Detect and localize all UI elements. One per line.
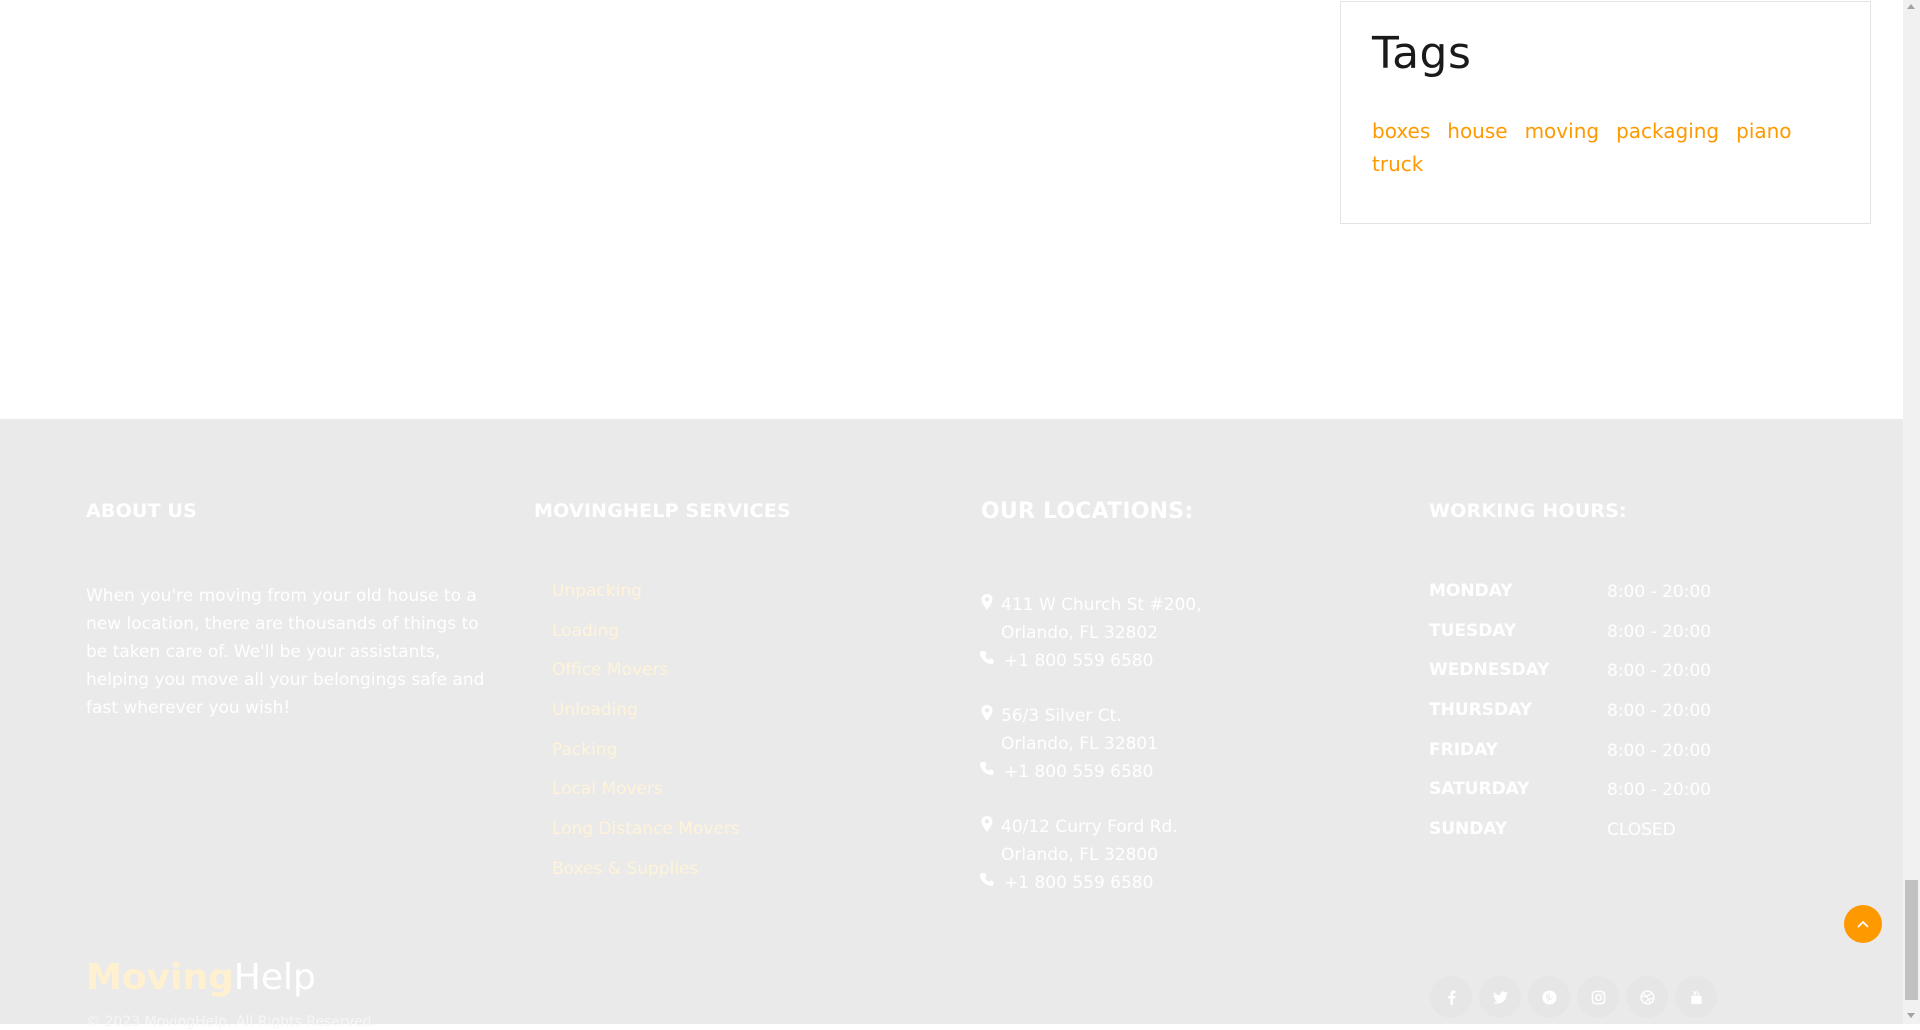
tags-title: Tags	[1372, 28, 1472, 79]
location-phone: +1 800 559 6580	[980, 647, 1280, 675]
time-value: CLOSED	[1607, 820, 1676, 841]
scrollbar-thumb[interactable]	[1905, 880, 1918, 1000]
tag-link[interactable]: boxes	[1372, 119, 1430, 144]
location-item: 40/12 Curry Ford Rd. Orlando, FL 32800 +…	[980, 813, 1280, 897]
instagram-button[interactable]	[1577, 976, 1619, 1018]
dribbble-icon	[1639, 989, 1655, 1005]
address-line-2: Orlando, FL 32801	[1001, 734, 1159, 754]
service-link[interactable]: Long Distance Movers	[552, 819, 740, 839]
locations-title: OUR LOCATIONS:	[981, 499, 1194, 524]
map-pin-icon	[981, 816, 993, 832]
pinterest-button[interactable]	[1528, 976, 1570, 1018]
list-item: Local Movers	[552, 779, 740, 819]
facebook-button[interactable]	[1430, 976, 1472, 1018]
day-label: FRIDAY	[1429, 739, 1498, 760]
list-item: Packing	[552, 740, 740, 780]
address-line-1: 40/12 Curry Ford Rd.	[1001, 817, 1178, 837]
location-address: 56/3 Silver Ct. Orlando, FL 32801	[980, 702, 1280, 758]
address-line-1: 411 W Church St #200,	[1001, 595, 1202, 615]
service-link[interactable]: Unpacking	[552, 581, 642, 601]
tag-link[interactable]: piano	[1736, 119, 1791, 144]
list-item: Office Movers	[552, 660, 740, 700]
pinterest-icon	[1541, 989, 1557, 1005]
time-value: 8:00 - 20:00	[1607, 701, 1712, 722]
day-label: MONDAY	[1429, 581, 1513, 601]
footer-logo[interactable]: MovingHelp	[86, 956, 316, 1000]
time-value: 8:00 - 20:00	[1607, 582, 1712, 602]
list-item: Loading	[552, 621, 740, 661]
time-value: 8:00 - 20:00	[1607, 780, 1712, 801]
day-label: THURSDAY	[1429, 700, 1532, 721]
day-label: TUESDAY	[1429, 620, 1517, 641]
youtube-button[interactable]	[1675, 976, 1717, 1018]
list-item: Long Distance Movers	[552, 819, 740, 859]
location-item: 56/3 Silver Ct. Orlando, FL 32801 +1 800…	[980, 702, 1280, 786]
location-phone: +1 800 559 6580	[980, 758, 1280, 786]
youtube-icon	[1690, 990, 1702, 1004]
location-address: 411 W Church St #200, Orlando, FL 32802	[980, 591, 1280, 647]
tags-widget: Tags boxes house moving packaging piano truck	[1340, 1, 1871, 224]
facebook-icon	[1447, 990, 1456, 1005]
about-title: ABOUT US	[86, 500, 198, 522]
phone-icon	[980, 651, 994, 664]
list-item: Unloading	[552, 700, 740, 740]
service-link[interactable]: Office Movers	[552, 660, 668, 680]
service-link[interactable]: Loading	[552, 621, 619, 641]
dribbble-button[interactable]	[1626, 976, 1668, 1018]
twitter-button[interactable]	[1479, 976, 1521, 1018]
chevron-up-icon	[1857, 921, 1869, 928]
social-links	[1430, 976, 1717, 1018]
logo-help: Help	[233, 957, 316, 998]
hours-title: WORKING HOURS:	[1429, 500, 1627, 522]
phone-number[interactable]: +1 800 559 6580	[1004, 762, 1153, 782]
tag-link[interactable]: house	[1447, 119, 1507, 144]
services-title: MOVINGHELP SERVICES	[534, 500, 791, 522]
instagram-icon	[1591, 990, 1605, 1004]
phone-number[interactable]: +1 800 559 6580	[1004, 651, 1153, 671]
location-address: 40/12 Curry Ford Rd. Orlando, FL 32800	[980, 813, 1280, 869]
map-pin-icon	[981, 705, 993, 721]
about-text: When you're moving from your old house t…	[86, 586, 485, 718]
address-line-2: Orlando, FL 32800	[1001, 845, 1159, 865]
day-label: SATURDAY	[1429, 779, 1530, 800]
tag-link[interactable]: moving	[1525, 119, 1599, 144]
location-phone: +1 800 559 6580	[980, 869, 1280, 897]
service-link[interactable]: Local Movers	[552, 779, 663, 799]
twitter-icon	[1492, 990, 1508, 1004]
list-item: Unpacking	[552, 581, 740, 621]
tag-list: boxes house moving packaging piano truck	[1372, 119, 1842, 185]
address-line-1: 56/3 Silver Ct.	[1001, 706, 1122, 726]
tag-link[interactable]: packaging	[1616, 119, 1719, 144]
site-footer: ABOUT US When you're moving from your ol…	[0, 419, 1903, 1030]
logo-moving: Moving	[86, 957, 234, 998]
map-pin-icon	[981, 594, 993, 610]
phone-icon	[980, 762, 994, 775]
back-to-top-button[interactable]	[1844, 905, 1882, 943]
time-value: 8:00 - 20:00	[1607, 621, 1712, 642]
phone-icon	[980, 873, 994, 886]
scroll-up-arrow-icon[interactable]	[1907, 4, 1915, 9]
day-label: WEDNESDAY	[1429, 660, 1550, 681]
service-link[interactable]: Unloading	[552, 700, 638, 720]
service-link[interactable]: Packing	[552, 740, 617, 760]
service-link[interactable]: Boxes & Supplies	[552, 859, 698, 879]
phone-number[interactable]: +1 800 559 6580	[1004, 873, 1153, 893]
page-scrollbar[interactable]	[1903, 0, 1920, 1024]
day-label: SUNDAY	[1429, 819, 1508, 840]
list-item: Boxes & Supplies	[552, 859, 740, 899]
location-item: 411 W Church St #200, Orlando, FL 32802 …	[980, 591, 1280, 675]
address-line-2: Orlando, FL 32802	[1001, 623, 1159, 643]
copyright-text: © 2023 MovingHelp. All Rights Reserved.	[86, 1014, 376, 1030]
time-value: 8:00 - 20:00	[1607, 661, 1712, 682]
tag-link[interactable]: truck	[1372, 152, 1423, 177]
services-list: Unpacking Loading Office Movers Unloadin…	[552, 581, 740, 899]
scroll-down-arrow-icon[interactable]	[1907, 1013, 1915, 1018]
time-value: 8:00 - 20:00	[1607, 740, 1712, 761]
